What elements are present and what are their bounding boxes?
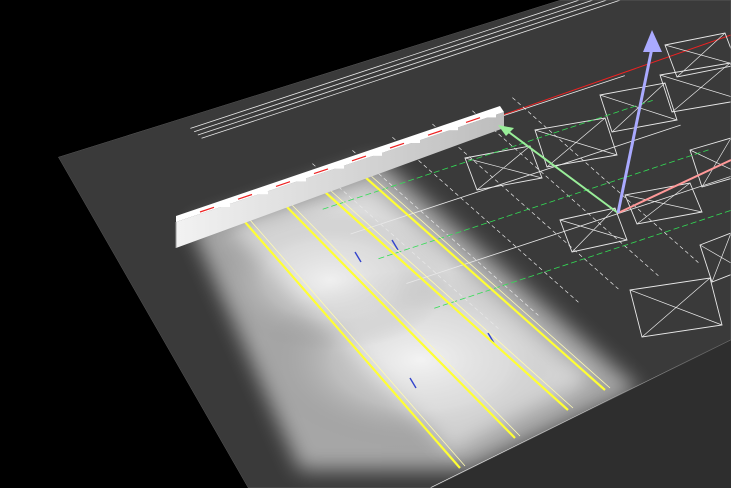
3d-viewport[interactable]: [0, 0, 731, 488]
wall-fixture: [220, 204, 230, 207]
wall-fixture: [334, 165, 344, 169]
wall-fixture: [448, 127, 458, 131]
scene-canvas[interactable]: [0, 0, 731, 488]
wall-fixture: [410, 140, 420, 143]
wall-fixture: [296, 178, 306, 182]
wall-fixture: [372, 152, 382, 156]
wall-fixture: [486, 114, 496, 118]
wall-fixture: [258, 191, 268, 195]
